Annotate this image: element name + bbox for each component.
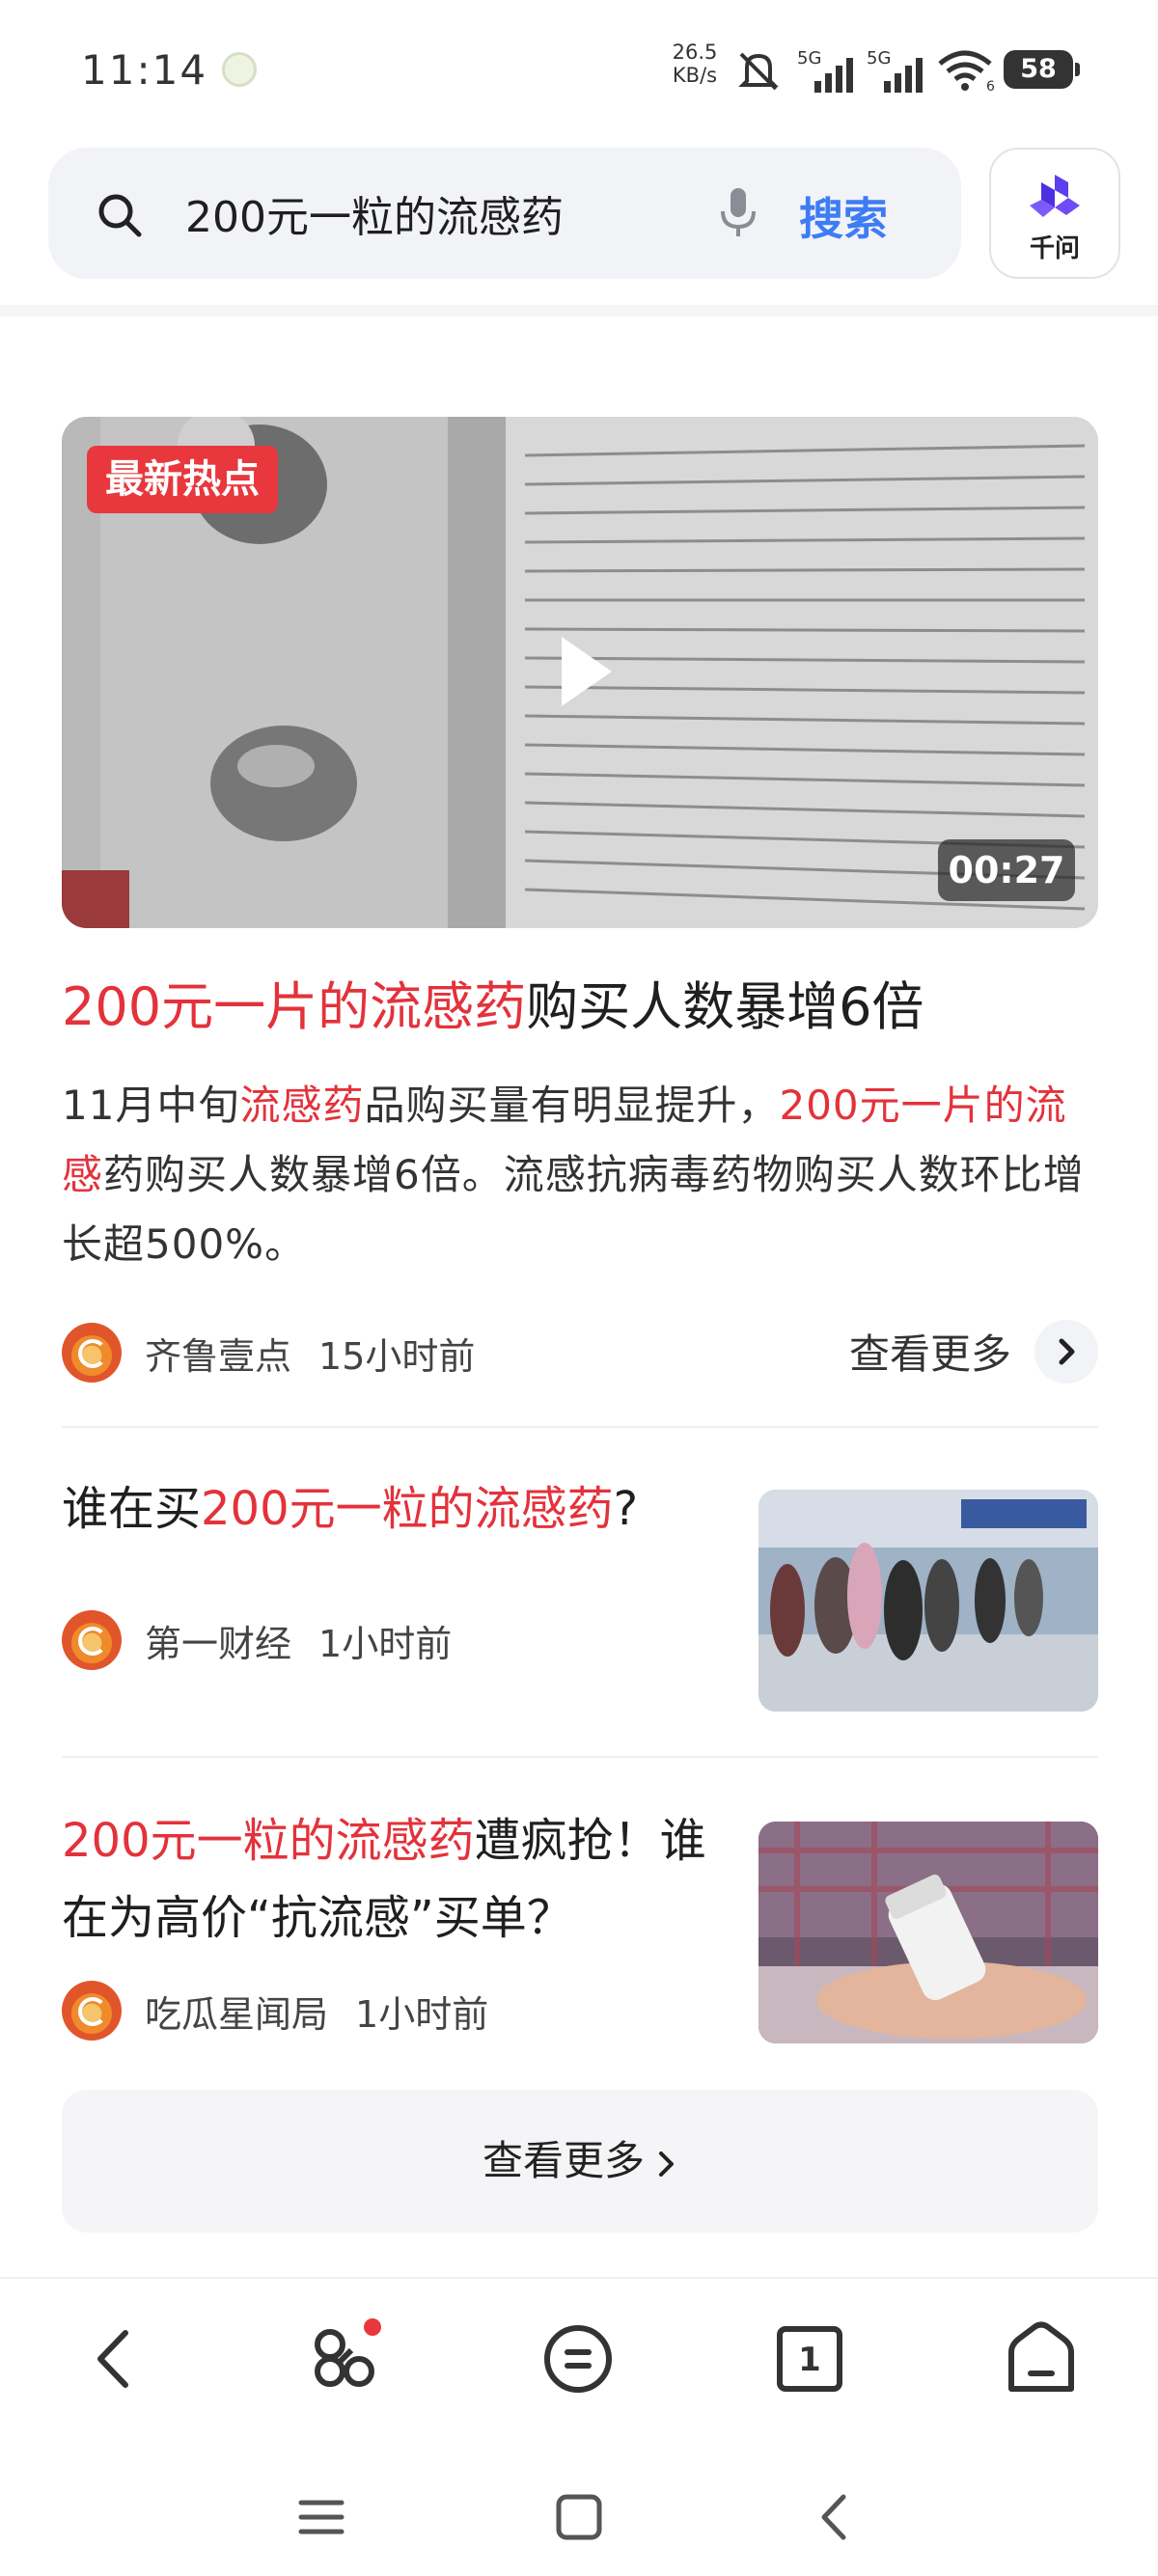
publish-time: 1小时前 — [318, 1622, 453, 1665]
status-time: 11:14 — [81, 46, 208, 94]
svg-text:6: 6 — [986, 79, 995, 93]
status-icons: 5G 5G 6 — [733, 42, 998, 93]
status-bar: 11:14 26.5 KB/s 5G 5G 6 58 — [0, 0, 1158, 135]
video-source-row: 齐鲁壹点 15小时前 — [62, 1322, 475, 1384]
hot-news-badge: 最新热点 — [87, 446, 278, 513]
source-name: 齐鲁壹点 — [145, 1334, 292, 1378]
menu-icon[interactable] — [535, 2316, 621, 2402]
microphone-icon[interactable] — [714, 184, 762, 242]
discover-icon[interactable] — [303, 2316, 390, 2402]
search-icon — [98, 194, 142, 237]
system-back-icon[interactable] — [801, 2483, 868, 2551]
mute-icon — [738, 52, 779, 91]
see-more-button[interactable]: 查看更多 — [62, 2090, 1098, 2233]
source-logo-icon — [62, 1981, 122, 2041]
tabs-icon[interactable]: 1 — [766, 2316, 853, 2402]
signal-sim1-icon: 5G — [797, 48, 853, 93]
source-logo-icon — [62, 1323, 122, 1383]
publish-time: 1小时前 — [355, 1992, 489, 2036]
pill-bottle-hand-photo-icon — [758, 1822, 1098, 2043]
divider — [62, 1756, 1098, 1758]
chevron-right-icon — [659, 2151, 674, 2177]
home-icon[interactable] — [998, 2316, 1085, 2402]
timer-icon — [222, 52, 257, 87]
network-speed: 26.5 KB/s — [672, 41, 718, 87]
svg-text:1: 1 — [798, 2341, 821, 2379]
qianwen-label: 千问 — [1029, 234, 1080, 263]
source-name: 吃瓜星闻局 — [145, 1992, 329, 2036]
battery-icon: 58 — [1004, 50, 1080, 89]
source-logo-icon — [62, 1610, 122, 1670]
see-more-link[interactable]: 查看更多 — [849, 1322, 1011, 1381]
search-bar[interactable]: 搜索 — [48, 148, 961, 279]
chevron-right-icon[interactable] — [1034, 1320, 1098, 1384]
source-name: 第一财经 — [145, 1622, 292, 1665]
news-thumbnail[interactable] — [758, 1822, 1098, 2043]
video-headline[interactable]: 200元一片的流感药购买人数暴增6倍 — [62, 973, 924, 1042]
recents-icon[interactable] — [288, 2483, 355, 2551]
video-duration: 00:27 — [938, 839, 1075, 901]
news-thumbnail[interactable] — [758, 1490, 1098, 1712]
publish-time: 15小时前 — [318, 1334, 476, 1378]
back-icon[interactable] — [71, 2316, 158, 2402]
see-more-label: 查看更多 — [482, 2137, 645, 2184]
news-source-row: 第一财经 1小时前 — [62, 1609, 452, 1671]
news-title[interactable]: 谁在买200元一粒的流感药? — [62, 1470, 737, 1548]
news-source-row: 吃瓜星闻局 1小时前 — [62, 1980, 488, 2042]
video-summary: 11月中旬流感药品购买量有明显提升，200元一片的流感药购买人数暴增6倍。流感抗… — [62, 1082, 1085, 1268]
home-square-icon[interactable] — [545, 2483, 613, 2551]
qianwen-assistant-button[interactable]: 千问 — [989, 148, 1120, 279]
divider — [62, 1426, 1098, 1428]
hospital-crowd-photo-icon — [758, 1490, 1098, 1712]
wifi-icon: 6 — [938, 50, 995, 93]
section-divider — [0, 305, 1158, 316]
news-title[interactable]: 200元一粒的流感药遭疯抢！谁在为高价“抗流感”买单？ — [62, 1802, 737, 1957]
search-input[interactable] — [185, 186, 687, 240]
signal-sim2-icon: 5G — [867, 48, 923, 93]
play-icon[interactable] — [558, 633, 616, 710]
search-button[interactable]: 搜索 — [799, 184, 888, 248]
system-navigation-bar — [0, 2441, 1158, 2576]
bottom-navigation: 1 — [0, 2277, 1158, 2431]
qianwen-logo-icon — [1030, 175, 1080, 217]
